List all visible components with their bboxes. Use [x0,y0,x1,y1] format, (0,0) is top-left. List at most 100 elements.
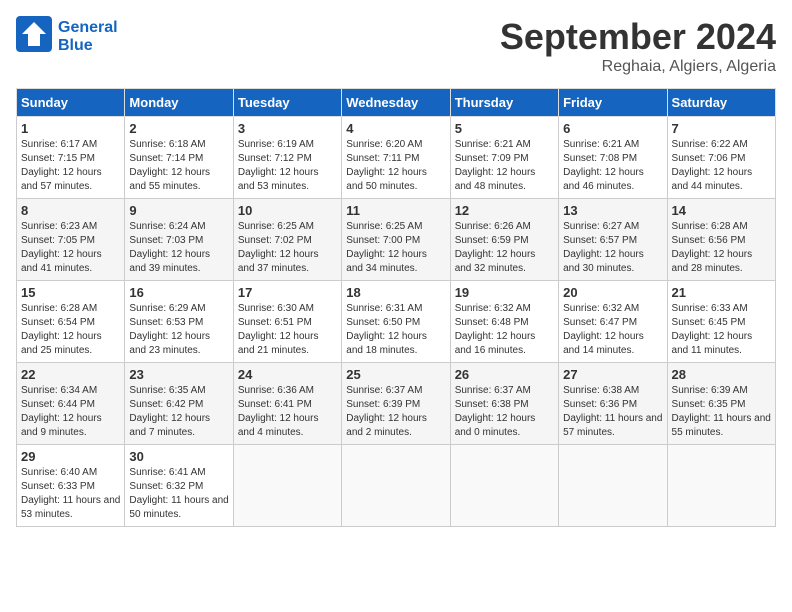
day-number: 2 [129,121,228,136]
header-friday: Friday [559,89,667,117]
table-row: 5 Sunrise: 6:21 AMSunset: 7:09 PMDayligh… [450,117,558,199]
day-info: Sunrise: 6:21 AMSunset: 7:08 PMDaylight:… [563,139,644,192]
day-number: 16 [129,285,228,300]
day-info: Sunrise: 6:37 AMSunset: 6:39 PMDaylight:… [346,385,427,438]
header-monday: Monday [125,89,233,117]
day-info: Sunrise: 6:32 AMSunset: 6:48 PMDaylight:… [455,303,536,356]
day-number: 1 [21,121,120,136]
day-number: 27 [563,367,662,382]
month-title: September 2024 [500,16,776,58]
header-saturday: Saturday [667,89,775,117]
table-row: 2 Sunrise: 6:18 AMSunset: 7:14 PMDayligh… [125,117,233,199]
table-row: 6 Sunrise: 6:21 AMSunset: 7:08 PMDayligh… [559,117,667,199]
day-info: Sunrise: 6:32 AMSunset: 6:47 PMDaylight:… [563,303,644,356]
day-number: 19 [455,285,554,300]
day-info: Sunrise: 6:21 AMSunset: 7:09 PMDaylight:… [455,139,536,192]
table-row: 14 Sunrise: 6:28 AMSunset: 6:56 PMDaylig… [667,199,775,281]
table-row [667,445,775,527]
day-number: 21 [672,285,771,300]
calendar-table: Sunday Monday Tuesday Wednesday Thursday… [16,88,776,527]
day-info: Sunrise: 6:19 AMSunset: 7:12 PMDaylight:… [238,139,319,192]
day-number: 18 [346,285,445,300]
table-row: 23 Sunrise: 6:35 AMSunset: 6:42 PMDaylig… [125,363,233,445]
day-info: Sunrise: 6:41 AMSunset: 6:32 PMDaylight:… [129,467,228,520]
table-row: 20 Sunrise: 6:32 AMSunset: 6:47 PMDaylig… [559,281,667,363]
header-tuesday: Tuesday [233,89,341,117]
day-number: 25 [346,367,445,382]
day-info: Sunrise: 6:17 AMSunset: 7:15 PMDaylight:… [21,139,102,192]
table-row: 18 Sunrise: 6:31 AMSunset: 6:50 PMDaylig… [342,281,450,363]
day-info: Sunrise: 6:37 AMSunset: 6:38 PMDaylight:… [455,385,536,438]
calendar-row: 29 Sunrise: 6:40 AMSunset: 6:33 PMDaylig… [17,445,776,527]
table-row: 3 Sunrise: 6:19 AMSunset: 7:12 PMDayligh… [233,117,341,199]
calendar-row: 1 Sunrise: 6:17 AMSunset: 7:15 PMDayligh… [17,117,776,199]
day-number: 24 [238,367,337,382]
logo-icon [16,16,52,52]
day-number: 9 [129,203,228,218]
day-info: Sunrise: 6:24 AMSunset: 7:03 PMDaylight:… [129,221,210,274]
day-number: 3 [238,121,337,136]
table-row: 16 Sunrise: 6:29 AMSunset: 6:53 PMDaylig… [125,281,233,363]
day-number: 7 [672,121,771,136]
logo-line2: Blue [58,37,118,55]
day-number: 12 [455,203,554,218]
calendar-row: 8 Sunrise: 6:23 AMSunset: 7:05 PMDayligh… [17,199,776,281]
day-number: 13 [563,203,662,218]
table-row: 25 Sunrise: 6:37 AMSunset: 6:39 PMDaylig… [342,363,450,445]
table-row: 21 Sunrise: 6:33 AMSunset: 6:45 PMDaylig… [667,281,775,363]
calendar-header: Sunday Monday Tuesday Wednesday Thursday… [17,89,776,117]
table-row [559,445,667,527]
day-number: 5 [455,121,554,136]
day-info: Sunrise: 6:29 AMSunset: 6:53 PMDaylight:… [129,303,210,356]
day-info: Sunrise: 6:27 AMSunset: 6:57 PMDaylight:… [563,221,644,274]
header-sunday: Sunday [17,89,125,117]
table-row: 11 Sunrise: 6:25 AMSunset: 7:00 PMDaylig… [342,199,450,281]
day-info: Sunrise: 6:25 AMSunset: 7:00 PMDaylight:… [346,221,427,274]
day-info: Sunrise: 6:22 AMSunset: 7:06 PMDaylight:… [672,139,753,192]
day-info: Sunrise: 6:36 AMSunset: 6:41 PMDaylight:… [238,385,319,438]
day-info: Sunrise: 6:38 AMSunset: 6:36 PMDaylight:… [563,385,662,438]
calendar-row: 22 Sunrise: 6:34 AMSunset: 6:44 PMDaylig… [17,363,776,445]
day-info: Sunrise: 6:25 AMSunset: 7:02 PMDaylight:… [238,221,319,274]
day-info: Sunrise: 6:40 AMSunset: 6:33 PMDaylight:… [21,467,120,520]
day-number: 6 [563,121,662,136]
day-info: Sunrise: 6:31 AMSunset: 6:50 PMDaylight:… [346,303,427,356]
table-row: 19 Sunrise: 6:32 AMSunset: 6:48 PMDaylig… [450,281,558,363]
table-row: 8 Sunrise: 6:23 AMSunset: 7:05 PMDayligh… [17,199,125,281]
calendar-body: 1 Sunrise: 6:17 AMSunset: 7:15 PMDayligh… [17,117,776,527]
logo-line1: General [58,19,118,37]
day-info: Sunrise: 6:26 AMSunset: 6:59 PMDaylight:… [455,221,536,274]
header-wednesday: Wednesday [342,89,450,117]
table-row: 12 Sunrise: 6:26 AMSunset: 6:59 PMDaylig… [450,199,558,281]
day-number: 11 [346,203,445,218]
day-info: Sunrise: 6:39 AMSunset: 6:35 PMDaylight:… [672,385,771,438]
table-row: 7 Sunrise: 6:22 AMSunset: 7:06 PMDayligh… [667,117,775,199]
table-row [450,445,558,527]
header-thursday: Thursday [450,89,558,117]
table-row: 13 Sunrise: 6:27 AMSunset: 6:57 PMDaylig… [559,199,667,281]
location: Reghaia, Algiers, Algeria [500,58,776,76]
day-info: Sunrise: 6:33 AMSunset: 6:45 PMDaylight:… [672,303,753,356]
table-row: 15 Sunrise: 6:28 AMSunset: 6:54 PMDaylig… [17,281,125,363]
title-block: September 2024 Reghaia, Algiers, Algeria [500,16,776,76]
table-row: 4 Sunrise: 6:20 AMSunset: 7:11 PMDayligh… [342,117,450,199]
header-row: Sunday Monday Tuesday Wednesday Thursday… [17,89,776,117]
table-row: 17 Sunrise: 6:30 AMSunset: 6:51 PMDaylig… [233,281,341,363]
day-number: 20 [563,285,662,300]
day-number: 17 [238,285,337,300]
table-row: 27 Sunrise: 6:38 AMSunset: 6:36 PMDaylig… [559,363,667,445]
day-number: 10 [238,203,337,218]
day-number: 23 [129,367,228,382]
day-number: 26 [455,367,554,382]
table-row [233,445,341,527]
table-row: 22 Sunrise: 6:34 AMSunset: 6:44 PMDaylig… [17,363,125,445]
day-info: Sunrise: 6:35 AMSunset: 6:42 PMDaylight:… [129,385,210,438]
day-info: Sunrise: 6:23 AMSunset: 7:05 PMDaylight:… [21,221,102,274]
table-row: 26 Sunrise: 6:37 AMSunset: 6:38 PMDaylig… [450,363,558,445]
day-number: 8 [21,203,120,218]
day-info: Sunrise: 6:28 AMSunset: 6:56 PMDaylight:… [672,221,753,274]
table-row: 1 Sunrise: 6:17 AMSunset: 7:15 PMDayligh… [17,117,125,199]
table-row: 10 Sunrise: 6:25 AMSunset: 7:02 PMDaylig… [233,199,341,281]
day-number: 22 [21,367,120,382]
table-row: 29 Sunrise: 6:40 AMSunset: 6:33 PMDaylig… [17,445,125,527]
